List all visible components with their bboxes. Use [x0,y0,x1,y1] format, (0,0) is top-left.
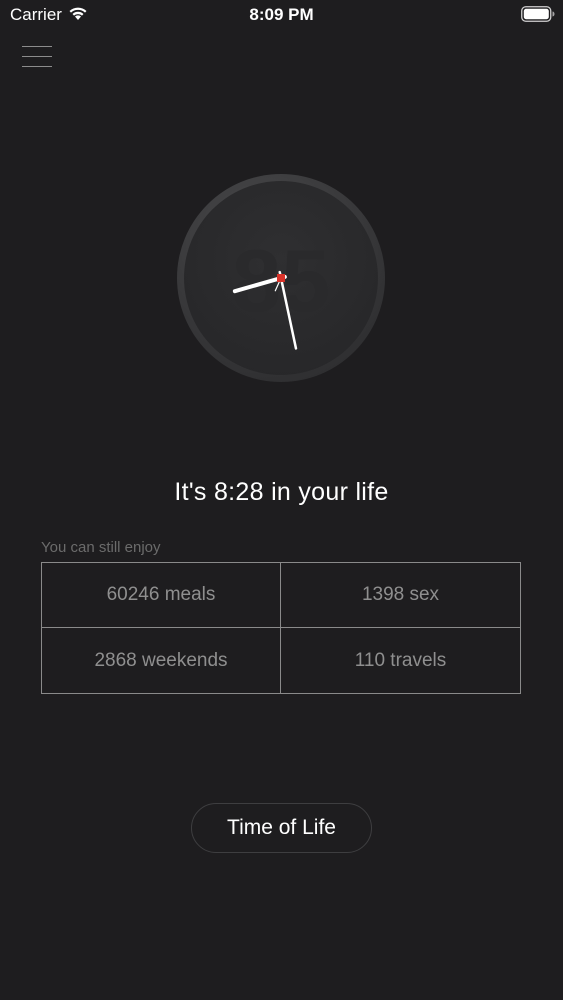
status-time: 8:09 PM [249,5,314,24]
hamburger-menu-icon[interactable] [22,45,52,69]
app-screen: Carrier 8:09 PM 85 It's 8:28 in your lif… [0,0,563,1000]
life-time-headline: It's 8:28 in your life [174,478,389,506]
stats-grid: 60246 meals 1398 sex 2868 weekends 110 t… [41,562,521,694]
clock-center-pin [277,274,285,282]
battery-icon [521,6,555,22]
status-bar: Carrier 8:09 PM [0,0,563,30]
stat-sex: 1398 sex [281,563,520,628]
time-of-life-button[interactable]: Time of Life [191,803,372,853]
stat-weekends: 2868 weekends [42,628,281,693]
analog-clock: 85 [177,174,385,382]
stat-meals: 60246 meals [42,563,281,628]
stat-travels: 110 travels [354,649,447,671]
enjoy-subtitle: You can still enjoy [41,539,161,556]
